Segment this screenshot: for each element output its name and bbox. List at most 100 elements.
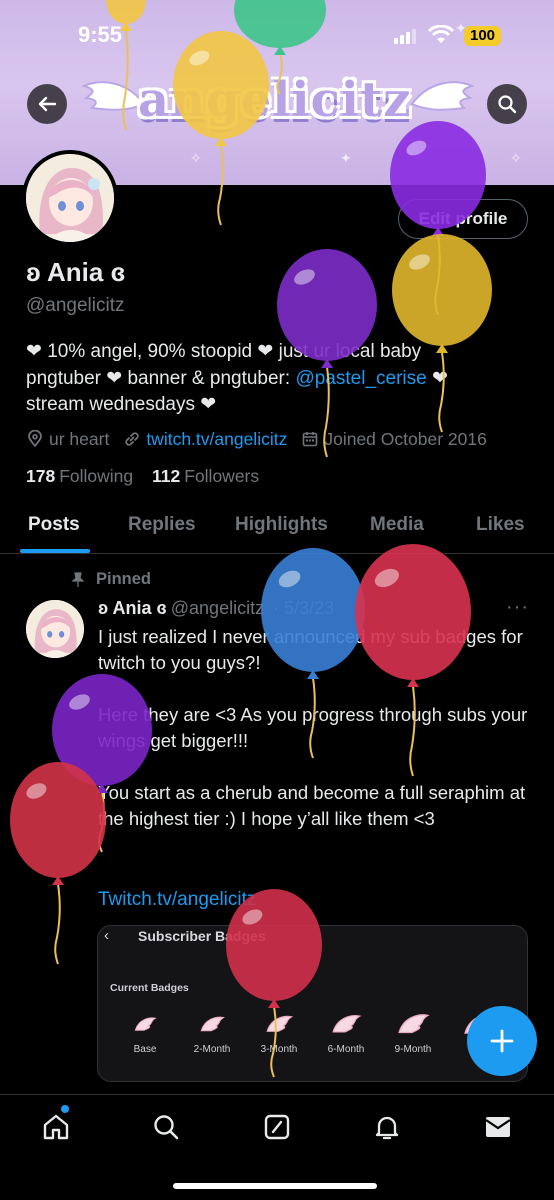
bio-line: stream wednesdays ❤ — [26, 394, 217, 415]
profile-handle: @angelicitz — [26, 295, 125, 316]
profile-joined: Joined October 2016 — [301, 428, 487, 450]
profile-bio: ❤ 10% angel, 90% stoopid ❤ just ur local… — [26, 339, 526, 419]
edit-profile-button[interactable]: Edit profile — [398, 199, 528, 239]
profile-meta: ur heart twitch.tv/angelicitz Joined Oct… — [26, 428, 501, 450]
plus-icon — [490, 1029, 514, 1053]
wing-badge-icon — [266, 1015, 294, 1032]
wing-badge-icon — [398, 1014, 430, 1034]
chevron-left-icon: ‹ — [104, 927, 109, 944]
sparkle-icon: ✧ — [190, 150, 202, 166]
post-media[interactable]: ‹ Subscriber Badges Current Badges Base 2… — [97, 925, 528, 1082]
post-avatar[interactable] — [26, 600, 84, 658]
active-tab-indicator — [20, 549, 90, 553]
post-separator: · — [268, 598, 285, 618]
more-icon: ··· — [506, 596, 529, 618]
left-wing-icon — [82, 81, 146, 111]
pinned-label: Pinned — [96, 570, 152, 588]
tab-media[interactable]: Media — [370, 514, 424, 536]
bio-line: ❤ 10% angel, 90% stoopid ❤ just ur local… — [26, 341, 422, 362]
signal-icon — [394, 29, 416, 44]
notifications-icon — [375, 1116, 399, 1140]
grok-icon — [264, 1114, 290, 1140]
post-author-handle[interactable]: @angelicitz — [171, 598, 264, 618]
nav-home-button[interactable] — [36, 1109, 76, 1145]
messages-icon — [485, 1117, 511, 1137]
post-header: ʚ Ania ɞ @angelicitz · 5/3/23 — [98, 598, 334, 619]
profile-avatar[interactable] — [22, 150, 118, 246]
search-button[interactable] — [487, 84, 527, 124]
website-link[interactable]: twitch.tv/angelicitz — [146, 429, 287, 450]
home-indicator — [173, 1183, 377, 1189]
avatar-illustration — [26, 154, 114, 242]
back-button[interactable] — [27, 84, 67, 124]
post-date[interactable]: 5/3/23 — [284, 598, 334, 618]
nav-grok-button[interactable] — [257, 1109, 297, 1145]
badge-item: 6-Month — [318, 1012, 374, 1055]
followers-count: 112 — [152, 466, 181, 486]
following-count: 178 — [26, 466, 56, 486]
joined-text: Joined October 2016 — [324, 428, 487, 449]
home-icon — [43, 1114, 69, 1140]
bio-mention-link[interactable]: @pastel_cerise — [295, 368, 426, 389]
nav-messages-button[interactable] — [478, 1109, 518, 1145]
badge-item: Base — [117, 1012, 173, 1055]
badge-label: 3-Month — [260, 1044, 298, 1055]
back-arrow-icon — [38, 96, 57, 112]
media-title: Subscriber Badges — [138, 928, 266, 944]
tab-highlights[interactable]: Highlights — [235, 514, 328, 536]
badge-label: 2-Month — [193, 1044, 231, 1055]
wing-badge-icon — [134, 1017, 157, 1031]
profile-location: ur heart — [26, 429, 109, 450]
profile-tabs: Posts Replies Highlights Media Likes — [0, 506, 554, 554]
bio-line: pngtuber ❤ banner & pngtuber: @pastel_ce… — [26, 366, 526, 393]
tab-posts[interactable]: Posts — [28, 514, 80, 536]
wifi-icon — [428, 25, 454, 43]
compose-post-button[interactable] — [467, 1006, 537, 1076]
display-name: ʚ Ania ɞ — [26, 257, 126, 287]
following-link[interactable]: 178 Following — [26, 466, 133, 486]
followers-label: Followers — [184, 466, 260, 486]
profile-website[interactable]: twitch.tv/angelicitz — [123, 429, 287, 450]
tab-likes[interactable]: Likes — [476, 514, 525, 536]
location-text: ur heart — [49, 428, 110, 449]
sparkle-icon: ✧ — [510, 150, 522, 166]
post-text: I just realized I never announced my sub… — [98, 626, 528, 829]
badge-item: 9-Month — [385, 1012, 441, 1055]
bio-text: pngtuber ❤ banner & pngtuber: — [26, 367, 296, 389]
notification-dot — [61, 1105, 69, 1113]
link-icon — [125, 432, 139, 446]
wing-badge-icon — [332, 1015, 362, 1033]
tab-replies[interactable]: Replies — [128, 514, 196, 536]
balloon-icon — [10, 762, 106, 965]
post-more-button[interactable]: ··· — [506, 596, 529, 619]
nav-search-button[interactable] — [146, 1109, 186, 1145]
search-icon — [498, 95, 517, 114]
bio-text: ❤ — [426, 367, 448, 389]
nav-notifications-button[interactable] — [367, 1109, 407, 1145]
bottom-nav — [0, 1094, 554, 1200]
pinned-indicator: Pinned — [70, 570, 151, 589]
sparkle-icon: ✦ — [340, 150, 352, 166]
avatar-illustration — [26, 600, 84, 658]
followers-link[interactable]: 112 Followers — [152, 466, 259, 486]
follow-counts: 178 Following 112 Followers — [26, 466, 273, 487]
wing-badge-icon — [200, 1016, 225, 1032]
badge-label: 9-Month — [394, 1044, 432, 1055]
badge-item: 2-Month — [184, 1012, 240, 1055]
badge-label: Base — [133, 1044, 157, 1055]
calendar-icon — [303, 432, 318, 447]
media-subtitle: Current Badges — [110, 982, 189, 994]
search-icon — [154, 1115, 179, 1140]
post-author-name[interactable]: ʚ Ania ɞ — [98, 598, 167, 618]
pin-icon — [71, 571, 85, 587]
right-wing-icon — [410, 81, 474, 111]
status-bar: 9:55 100 — [0, 0, 554, 70]
battery-indicator: 100 — [464, 26, 502, 46]
status-time: 9:55 — [78, 22, 123, 47]
location-icon — [28, 430, 42, 448]
post-link[interactable]: Twitch.tv/angelicitz — [98, 889, 256, 911]
banner-logo: angelicitz — [138, 72, 412, 128]
badge-label: 6-Month — [327, 1044, 365, 1055]
badge-item: 3-Month — [251, 1012, 307, 1055]
following-label: Following — [59, 466, 134, 486]
